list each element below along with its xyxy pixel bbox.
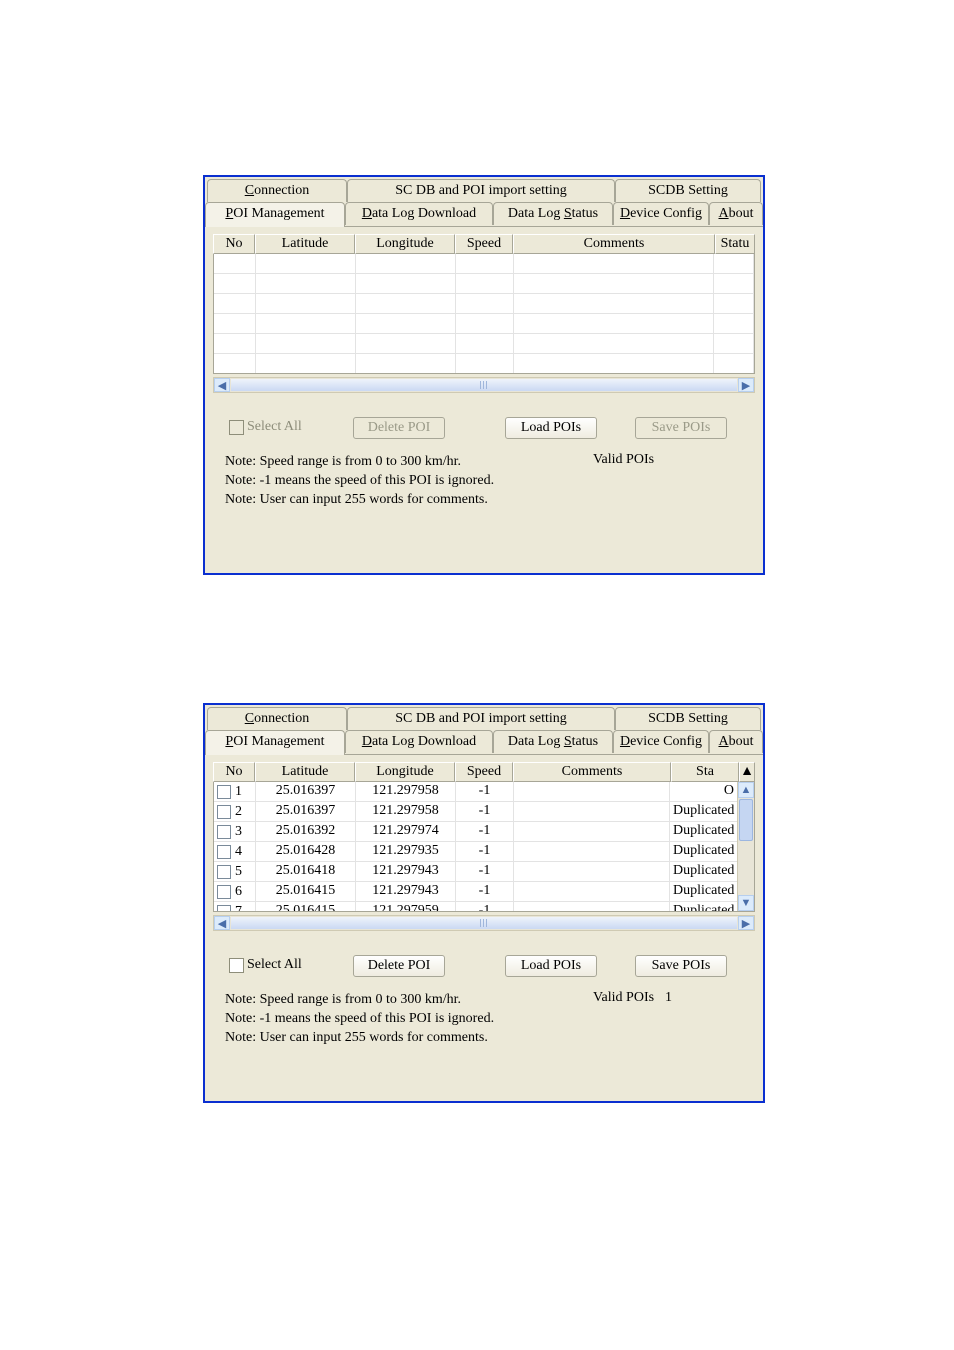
- tab-about[interactable]: About: [709, 202, 763, 225]
- tab-about[interactable]: About: [709, 730, 763, 753]
- tab-connection[interactable]: Connection: [207, 707, 347, 730]
- tab-poi-management[interactable]: POI Management: [205, 730, 345, 755]
- tab-connection[interactable]: Connection: [207, 179, 347, 202]
- tab-scdb-poi-import[interactable]: SC DB and POI import setting: [347, 707, 615, 730]
- tab-data-log-status[interactable]: Data Log Status: [493, 730, 613, 753]
- tab-data-log-download[interactable]: Data Log Download: [345, 730, 493, 753]
- tab-poi-management[interactable]: POI Management: [205, 202, 345, 227]
- tab-scdb-poi-import[interactable]: SC DB and POI import setting: [347, 179, 615, 202]
- tab-strip: Connection SC DB and POI import setting …: [205, 177, 763, 226]
- tab-scdb-setting[interactable]: SCDB Setting: [615, 179, 761, 202]
- tab-strip: Connection SC DB and POI import setting …: [205, 705, 763, 754]
- tab-data-log-status[interactable]: Data Log Status: [493, 202, 613, 225]
- tab-scdb-setting[interactable]: SCDB Setting: [615, 707, 761, 730]
- tab-data-log-download[interactable]: Data Log Download: [345, 202, 493, 225]
- poi-management-panel-empty: Connection SC DB and POI import setting …: [203, 175, 765, 575]
- tab-device-config[interactable]: Device Config: [613, 730, 709, 753]
- tab-device-config[interactable]: Device Config: [613, 202, 709, 225]
- poi-management-panel-loaded: Connection SC DB and POI import setting …: [203, 703, 765, 1103]
